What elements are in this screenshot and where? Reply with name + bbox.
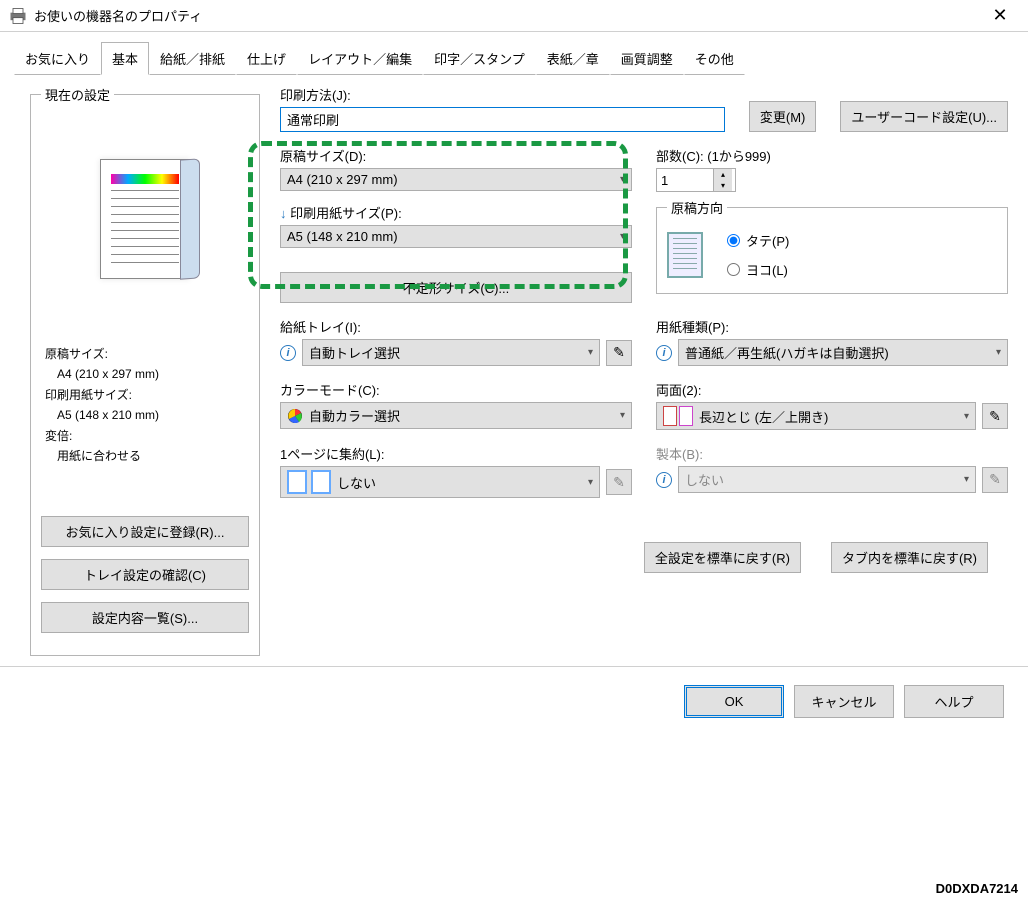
chevron-down-icon: ▾	[996, 347, 1001, 358]
doc-size-select[interactable]: A4 (210 x 297 mm) ▾	[280, 168, 632, 191]
chevron-down-icon: ▾	[620, 231, 625, 242]
settings-summary: 原稿サイズ: A4 (210 x 297 mm) 印刷用紙サイズ: A5 (14…	[41, 334, 249, 476]
copies-spinner[interactable]: ▴▾	[656, 168, 736, 192]
tray-edit-button[interactable]: ✎	[606, 340, 632, 366]
chevron-down-icon: ▾	[588, 347, 593, 358]
change-method-button[interactable]: 変更(M)	[749, 101, 817, 132]
reset-tab-button[interactable]: タブ内を標準に戻す(R)	[831, 542, 988, 573]
summary-zoom-value: 用紙に合わせる	[45, 446, 245, 466]
aggregate-icon	[287, 470, 331, 494]
aggregate-edit-button: ✎	[606, 469, 632, 495]
print-method-input[interactable]	[280, 107, 725, 132]
booklet-value: しない	[685, 470, 724, 489]
orientation-legend: 原稿方向	[667, 198, 727, 217]
color-mode-label: カラーモード(C):	[280, 380, 632, 399]
doc-preview-flip	[180, 158, 200, 279]
aggregate-value: しない	[337, 473, 376, 492]
tab-paper-feed[interactable]: 給紙／排紙	[149, 42, 236, 75]
settings-list-button[interactable]: 設定内容一覧(S)...	[41, 602, 249, 633]
summary-docsize-label: 原稿サイズ:	[45, 344, 245, 364]
image-code: D0DXDA7214	[936, 881, 1018, 896]
check-tray-button[interactable]: トレイ設定の確認(C)	[41, 559, 249, 590]
ok-button[interactable]: OK	[684, 685, 784, 718]
duplex-value: 長辺とじ (左／上開き)	[699, 407, 828, 426]
chevron-down-icon: ▾	[964, 474, 969, 485]
tab-quality[interactable]: 画質調整	[610, 42, 684, 75]
paper-type-label: 用紙種類(P):	[656, 317, 1008, 336]
duplex-label: 両面(2):	[656, 380, 1008, 399]
copies-label: 部数(C): (1から999)	[656, 146, 1008, 165]
duplex-select[interactable]: 長辺とじ (左／上開き) ▾	[656, 402, 976, 430]
preview-legend: 現在の設定	[41, 85, 114, 104]
tab-cover[interactable]: 表紙／章	[536, 42, 610, 75]
print-method-label: 印刷方法(J):	[280, 85, 725, 104]
help-button[interactable]: ヘルプ	[904, 685, 1004, 718]
chevron-down-icon: ▾	[964, 411, 969, 422]
spin-up[interactable]: ▴	[714, 169, 732, 180]
tab-basic[interactable]: 基本	[101, 42, 149, 75]
orientation-portrait[interactable]: タテ(P)	[727, 231, 789, 250]
doc-preview-page	[100, 159, 190, 279]
tray-value: 自動トレイ選択	[309, 343, 400, 362]
booklet-select: しない ▾	[678, 466, 976, 493]
duplex-edit-button[interactable]: ✎	[982, 403, 1008, 429]
paper-size-select[interactable]: A5 (148 x 210 mm) ▾	[280, 225, 632, 248]
paper-type-select[interactable]: 普通紙／再生紙(ハガキは自動選択) ▾	[678, 339, 1008, 366]
register-favorite-button[interactable]: お気に入り設定に登録(R)...	[41, 516, 249, 547]
printer-icon	[8, 6, 28, 26]
info-icon: i	[656, 345, 672, 361]
paper-size-value: A5 (148 x 210 mm)	[287, 229, 398, 244]
paper-size-label: ↓ 印刷用紙サイズ(P):	[280, 203, 632, 222]
portrait-radio[interactable]	[727, 234, 740, 247]
titlebar: お使いの機器名のプロパティ ✕	[0, 0, 1028, 32]
booklet-edit-button: ✎	[982, 467, 1008, 493]
tabbar: お気に入り 基本 給紙／排紙 仕上げ レイアウト／編集 印字／スタンプ 表紙／章…	[0, 32, 1028, 75]
dialog-footer: OK キャンセル ヘルプ	[0, 666, 1028, 736]
summary-papersize-label: 印刷用紙サイズ:	[45, 385, 245, 405]
orientation-landscape[interactable]: ヨコ(L)	[727, 260, 789, 279]
spin-down[interactable]: ▾	[714, 180, 732, 191]
cancel-button[interactable]: キャンセル	[794, 685, 894, 718]
aggregate-label: 1ページに集約(L):	[280, 444, 632, 463]
doc-preview	[60, 124, 230, 314]
paper-type-value: 普通紙／再生紙(ハガキは自動選択)	[685, 343, 889, 362]
chevron-down-icon: ▾	[588, 477, 593, 488]
info-icon: i	[656, 472, 672, 488]
orientation-icon	[667, 232, 703, 278]
user-code-button[interactable]: ユーザーコード設定(U)...	[840, 101, 1008, 132]
info-icon: i	[280, 345, 296, 361]
doc-size-label: 原稿サイズ(D):	[280, 146, 632, 165]
summary-zoom-label: 変倍:	[45, 426, 245, 446]
dialog-title: お使いの機器名のプロパティ	[34, 6, 980, 25]
tab-finishing[interactable]: 仕上げ	[236, 42, 297, 75]
landscape-radio[interactable]	[727, 263, 740, 276]
tab-favorites[interactable]: お気に入り	[14, 42, 101, 75]
booklet-label: 製本(B):	[656, 444, 1008, 463]
copies-input[interactable]	[657, 169, 713, 191]
close-button[interactable]: ✕	[980, 5, 1020, 26]
orientation-group: 原稿方向 タテ(P) ヨコ(L)	[656, 198, 1008, 294]
doc-size-value: A4 (210 x 297 mm)	[287, 172, 398, 187]
preview-panel: 現在の設定 原稿サイズ: A4 (210 x 297 mm) 印刷用紙サイズ: …	[30, 85, 260, 656]
color-mode-value: 自動カラー選択	[309, 406, 400, 425]
duplex-icon	[663, 406, 693, 426]
summary-papersize-value: A5 (148 x 210 mm)	[45, 405, 245, 425]
aggregate-select[interactable]: しない ▾	[280, 466, 600, 498]
custom-size-button[interactable]: 不定形サイズ(C)...	[280, 272, 632, 303]
tray-select[interactable]: 自動トレイ選択 ▾	[302, 339, 600, 366]
color-wheel-icon	[287, 408, 303, 424]
reset-all-button[interactable]: 全設定を標準に戻す(R)	[644, 542, 801, 573]
summary-docsize-value: A4 (210 x 297 mm)	[45, 364, 245, 384]
tab-layout[interactable]: レイアウト／編集	[297, 42, 423, 75]
chevron-down-icon: ▾	[620, 174, 625, 185]
chevron-down-icon: ▾	[620, 410, 625, 421]
tab-stamp[interactable]: 印字／スタンプ	[423, 42, 536, 75]
color-mode-select[interactable]: 自動カラー選択 ▾	[280, 402, 632, 429]
tray-label: 給紙トレイ(I):	[280, 317, 632, 336]
tab-other[interactable]: その他	[684, 42, 745, 75]
